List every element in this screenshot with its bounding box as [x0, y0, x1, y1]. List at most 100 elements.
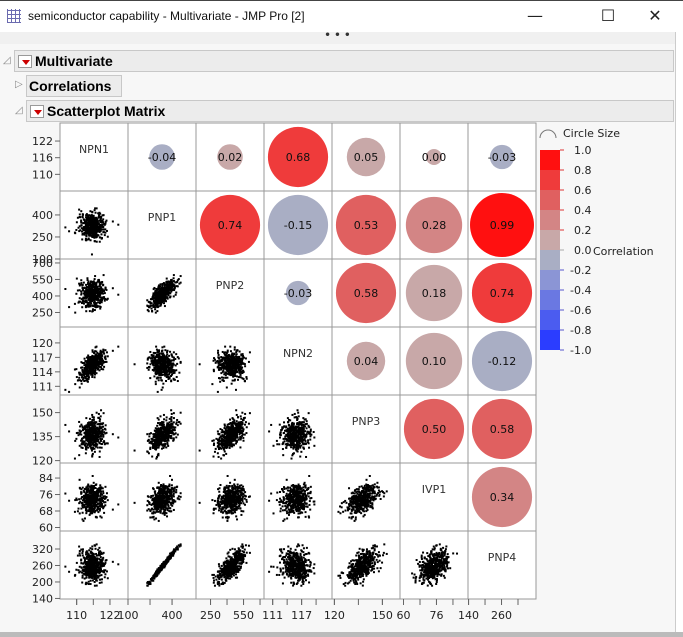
scatter-point [93, 439, 96, 442]
scatter-point [241, 411, 244, 414]
scatter-point [230, 436, 233, 439]
scatter-point [165, 360, 168, 363]
scatter-point [90, 357, 93, 360]
scatter-point [91, 413, 94, 416]
scatter-point [100, 225, 103, 228]
scatter-point [98, 369, 101, 372]
scatter-point [101, 280, 104, 283]
scatter-point [92, 224, 95, 227]
scatter-point [236, 375, 239, 378]
scatter-point [297, 430, 300, 433]
scatter-point [97, 436, 100, 439]
scatter-point [156, 390, 159, 393]
scatter-point [159, 370, 162, 373]
scatter-point [284, 435, 287, 438]
scatter-point [99, 307, 102, 310]
scatter-point [214, 447, 217, 450]
scatter-point [163, 284, 166, 287]
scatter-point [92, 292, 95, 295]
scatter-point [85, 214, 88, 217]
scatter-point [165, 376, 168, 379]
scatter-point [178, 371, 181, 374]
scatter-point [90, 438, 93, 441]
scatter-point [80, 446, 83, 449]
scatter-point [80, 293, 83, 296]
scatter-point [167, 361, 170, 364]
scatter-point [93, 285, 96, 288]
scatter-point [224, 374, 227, 377]
scatter-point [245, 376, 248, 379]
scatter-point [78, 454, 81, 457]
scatter-point [93, 278, 96, 281]
scatter-point [226, 349, 229, 352]
scatter-point [298, 439, 301, 442]
scatter-point [228, 357, 231, 360]
scatter-point [133, 449, 136, 452]
scatter-point [233, 346, 236, 349]
scatter-point [76, 431, 79, 434]
scatter-point [90, 294, 93, 297]
scatter-point [83, 286, 86, 289]
scatter-point [117, 223, 120, 226]
scatter-point [240, 431, 243, 434]
scatter-point [156, 455, 159, 458]
scatter-point [297, 411, 300, 414]
scatter-point [80, 210, 83, 213]
scatter-point [294, 433, 297, 436]
scatter-point [87, 219, 90, 222]
scatter-point [172, 277, 175, 280]
scatter-point [170, 420, 173, 423]
scatter-point [94, 211, 97, 214]
scatter-point [91, 297, 94, 300]
correlation-value: 0.68 [286, 151, 311, 164]
scatter-point [97, 429, 100, 432]
scatter-point [165, 435, 168, 438]
x-tick-label: 250 [200, 609, 221, 622]
scatter-point [161, 349, 164, 352]
variable-label: PNP4 [488, 551, 517, 564]
scatter-point [223, 353, 226, 356]
scatter-point [213, 450, 216, 453]
scatter-point [230, 430, 233, 433]
scatter-point [100, 446, 103, 449]
scatter-point [165, 277, 168, 280]
scatter-point [225, 386, 228, 389]
scatter-point [159, 283, 162, 286]
scatter-point [241, 434, 244, 437]
scatter-point [80, 433, 83, 436]
scatter-point [103, 440, 106, 443]
scatter-point [94, 226, 97, 229]
scatter-point [222, 376, 225, 379]
scatter-point [239, 425, 242, 428]
scatter-point [223, 351, 226, 354]
scatter-point [85, 417, 88, 420]
scatter-point [99, 437, 102, 440]
scatter-point [244, 365, 247, 368]
scatter-point [242, 370, 245, 373]
scatter-point [176, 362, 179, 365]
scatter-point [239, 373, 242, 376]
variable-label: IVP1 [422, 483, 446, 496]
scatter-point [105, 442, 108, 445]
scatter-point [235, 360, 238, 363]
scatter-point [225, 452, 228, 455]
scatter-point [83, 362, 86, 365]
scatter-point [163, 354, 166, 357]
scatter-point [236, 416, 239, 419]
scatter-point [101, 214, 104, 217]
scatter-point [78, 208, 81, 211]
scatter-point [93, 309, 96, 312]
scatter-point [297, 415, 300, 418]
scatter-point [239, 446, 242, 449]
scatter-point [154, 308, 157, 311]
scatter-point [154, 380, 157, 383]
scatter-point [79, 379, 82, 382]
scatter-point [165, 356, 168, 359]
scatter-point [166, 296, 169, 299]
scatter-point [73, 510, 76, 513]
scatter-point [85, 295, 88, 298]
y-tick-label: 111 [32, 380, 53, 393]
scatter-point [163, 360, 166, 363]
scatter-point [156, 310, 159, 313]
scatter-point [158, 357, 161, 360]
